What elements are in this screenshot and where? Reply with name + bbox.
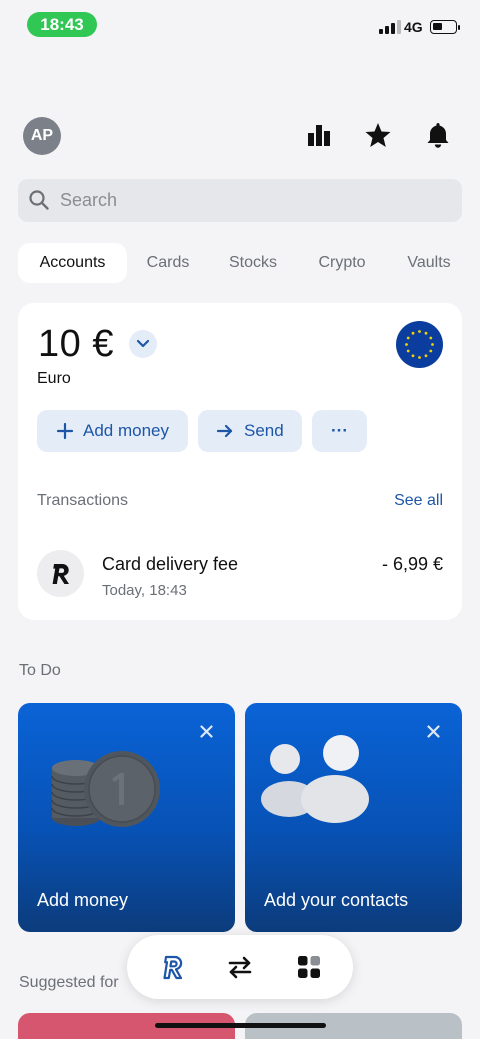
battery-icon — [430, 20, 460, 34]
todo-card-label: Add your contacts — [264, 890, 409, 910]
star-icon[interactable] — [364, 121, 392, 149]
transaction-name[interactable]: Card delivery fee — [102, 554, 238, 575]
add-money-button[interactable]: Add money — [37, 410, 188, 452]
chevron-down-icon — [136, 339, 150, 348]
section-tabs: Accounts Cards Stocks Crypto Vaults — [18, 243, 468, 283]
todo-card-add-money[interactable]: Add money — [18, 703, 235, 932]
suggested-title: Suggested for — [19, 974, 119, 991]
todo-title: To Do — [19, 662, 61, 679]
revolut-logo-icon — [37, 550, 84, 597]
add-money-label: Add money — [83, 421, 169, 440]
avatar[interactable]: AP — [23, 117, 61, 155]
home-indicator — [155, 1023, 326, 1028]
more-icon: ··· — [331, 421, 348, 440]
plus-icon — [56, 422, 74, 440]
status-bar: 18:43 4G — [0, 0, 480, 46]
search-icon — [29, 190, 49, 210]
currency-name: Euro — [37, 370, 71, 387]
tab-accounts[interactable]: Accounts — [18, 243, 127, 283]
bell-icon[interactable] — [424, 121, 452, 149]
send-button[interactable]: Send — [198, 410, 302, 452]
tab-vaults[interactable]: Vaults — [398, 243, 460, 283]
transactions-title: Transactions — [37, 492, 128, 509]
todo-card-add-contacts[interactable]: Add your contacts — [245, 703, 462, 932]
tab-cards[interactable]: Cards — [136, 243, 200, 283]
more-button[interactable]: ··· — [312, 410, 367, 452]
see-all-link[interactable]: See all — [394, 492, 443, 510]
balance-amount[interactable]: 10 € — [38, 323, 114, 366]
network-label: 4G — [404, 19, 423, 35]
send-label: Send — [244, 421, 284, 440]
tab-stocks[interactable]: Stocks — [218, 243, 288, 283]
currency-dropdown[interactable] — [129, 330, 157, 358]
home-tab-icon[interactable] — [158, 953, 186, 981]
todo-card-label: Add money — [37, 890, 129, 910]
search-bar[interactable] — [18, 179, 462, 222]
account-card: 10 € Euro Add money Send ··· Transaction… — [18, 303, 462, 620]
arrow-right-icon — [216, 424, 233, 438]
status-time: 18:43 — [27, 12, 97, 37]
tab-crypto[interactable]: Crypto — [308, 243, 376, 283]
close-icon[interactable] — [427, 725, 440, 738]
signal-icon — [379, 20, 401, 34]
transfers-tab-icon[interactable] — [226, 953, 254, 981]
coins-illustration-icon — [51, 751, 160, 827]
bar-chart-icon[interactable] — [305, 121, 333, 149]
search-input[interactable] — [60, 179, 450, 222]
hub-tab-icon[interactable] — [295, 953, 323, 981]
eu-flag-icon — [396, 321, 443, 368]
close-icon[interactable] — [200, 725, 213, 738]
contacts-illustration-icon — [261, 735, 369, 823]
transaction-date: Today, 18:43 — [102, 582, 187, 599]
bottom-nav — [127, 935, 353, 999]
transaction-amount: - 6,99 € — [381, 554, 443, 574]
